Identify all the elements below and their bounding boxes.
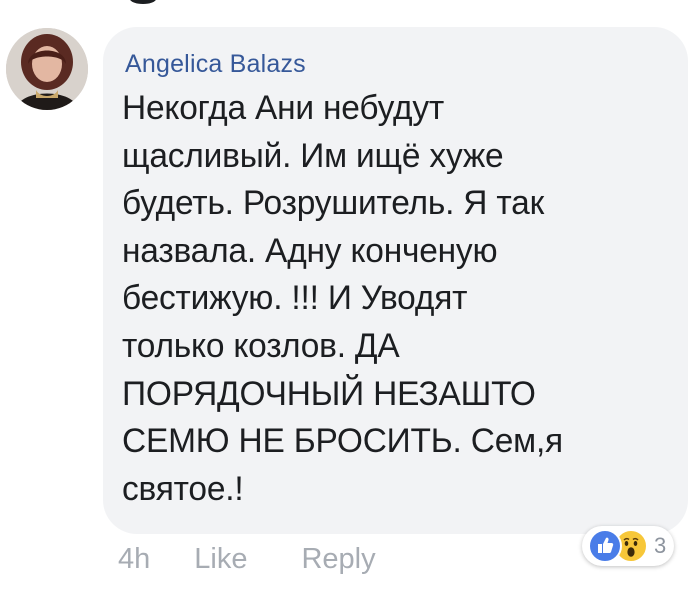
avatar[interactable] [6, 28, 88, 110]
like-icon [588, 529, 622, 563]
reactions-summary[interactable]: 3 [582, 526, 675, 566]
comment-author-name[interactable]: Angelica Balazs [125, 50, 306, 79]
like-button[interactable]: Like [194, 543, 247, 576]
reaction-count: 3 [654, 533, 667, 558]
previous-content-edge [130, 0, 156, 4]
reply-button[interactable]: Reply [301, 543, 375, 576]
avatar-photo [6, 28, 88, 110]
comment-actions: 4h Like Reply [118, 541, 376, 577]
comment-timestamp[interactable]: 4h [118, 543, 150, 576]
comment-text: Некогда Ани небудут щасливый. Им ищё хуж… [122, 89, 564, 508]
